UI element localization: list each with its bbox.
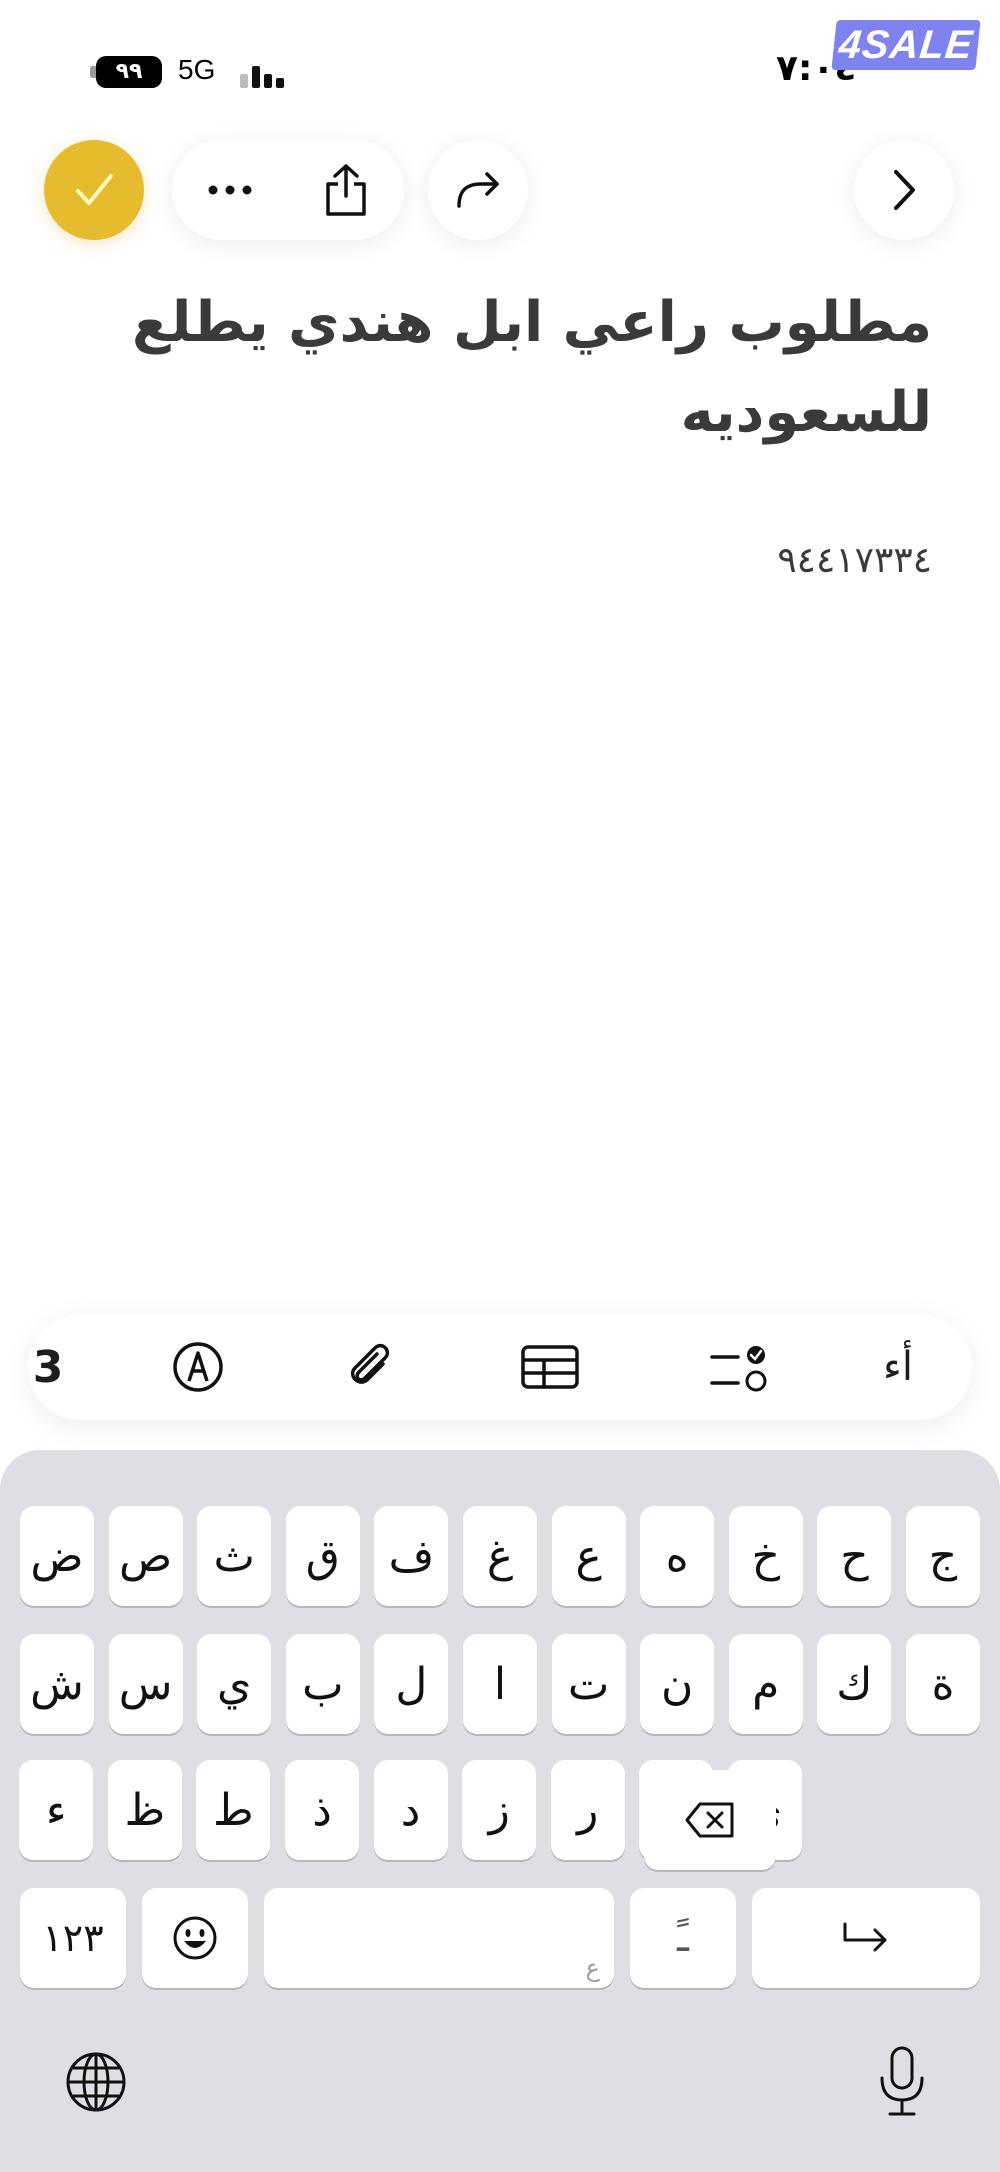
keyboard: جحخهعغفقثصض ةكمنتالبيسش ىورزدذطظء ١٢٣ ع …	[0, 1450, 1000, 2172]
done-button[interactable]	[44, 140, 144, 240]
redo-button[interactable]	[428, 140, 528, 240]
key-letter[interactable]: م	[728, 1634, 803, 1734]
key-letter[interactable]: ش	[20, 1634, 94, 1734]
delete-icon	[685, 1802, 734, 1838]
delete-key[interactable]	[644, 1770, 776, 1870]
table-button[interactable]	[500, 1314, 600, 1420]
checklist-button[interactable]	[688, 1314, 788, 1420]
key-letter[interactable]: ح	[817, 1506, 892, 1606]
key-letter[interactable]: ر	[550, 1760, 625, 1860]
redo-icon	[457, 172, 499, 208]
actions-pill	[172, 140, 404, 240]
key-letter[interactable]: ف	[374, 1506, 449, 1606]
diacritic-key[interactable]: ـً	[630, 1888, 736, 1988]
key-letter[interactable]: ة	[906, 1634, 980, 1734]
network-type: 5G	[178, 54, 216, 85]
note-body[interactable]: ٩٤٤١٧٣٣٤	[777, 540, 932, 581]
microphone-icon	[880, 2046, 924, 2116]
more-tool-button[interactable]: 3	[28, 1314, 68, 1420]
key-letter[interactable]: ك	[817, 1634, 892, 1734]
key-letter[interactable]: ص	[108, 1506, 183, 1606]
emoji-key[interactable]	[142, 1888, 248, 1988]
key-letter[interactable]: ا	[463, 1634, 537, 1734]
text-style-button[interactable]: أء	[858, 1314, 938, 1420]
more-button[interactable]	[172, 140, 288, 240]
key-letter[interactable]: ء	[19, 1760, 94, 1860]
key-letter[interactable]: ع	[551, 1506, 626, 1606]
return-key[interactable]	[752, 1888, 980, 1988]
key-letter[interactable]: س	[108, 1634, 183, 1734]
battery-indicator: ٩٩	[96, 56, 162, 88]
globe-button[interactable]	[64, 2050, 128, 2114]
key-letter[interactable]: ب	[285, 1634, 360, 1734]
key-letter[interactable]: ز	[462, 1760, 537, 1860]
markup-button[interactable]	[148, 1314, 248, 1420]
space-hint: ع	[585, 1954, 600, 1982]
chevron-right-icon	[894, 170, 915, 210]
format-toolbar: 3 أء	[28, 1314, 972, 1420]
key-letter[interactable]: ن	[640, 1634, 715, 1734]
key-letter[interactable]: ي	[197, 1634, 272, 1734]
attach-button[interactable]	[320, 1314, 420, 1420]
globe-icon	[66, 2052, 126, 2112]
ellipsis-icon	[208, 185, 252, 195]
checkmark-icon	[76, 174, 113, 205]
note-title-line-1: مطلوب راعي ابل هندي يطلع	[131, 290, 932, 355]
key-letter[interactable]: ث	[197, 1506, 272, 1606]
forward-button[interactable]	[854, 140, 954, 240]
note-title-line-2: للسعوديه	[680, 380, 932, 445]
key-letter[interactable]: ه	[640, 1506, 715, 1606]
key-letter[interactable]: ظ	[107, 1760, 182, 1860]
table-icon	[521, 1345, 579, 1389]
return-arrow-icon	[843, 1922, 887, 1952]
key-letter[interactable]: خ	[728, 1506, 803, 1606]
status-bar: ٩٩ 5G ٧:٠٤ 4SALE	[0, 0, 1000, 120]
dictation-button[interactable]	[876, 2044, 928, 2120]
key-letter[interactable]: غ	[463, 1506, 537, 1606]
share-icon	[326, 164, 366, 216]
space-key[interactable]: ع	[264, 1888, 614, 1988]
emoji-icon	[173, 1916, 217, 1960]
note-title[interactable]: مطلوب راعي ابل هندي يطلع للسعوديه	[112, 278, 932, 458]
key-letter[interactable]: ج	[906, 1506, 980, 1606]
brand-logo: 4SALE	[831, 20, 981, 70]
key-letter[interactable]: ط	[196, 1760, 271, 1860]
checklist-icon	[710, 1346, 767, 1392]
paperclip-icon	[350, 1343, 390, 1384]
key-letter[interactable]: ض	[20, 1506, 94, 1606]
key-letter[interactable]: ذ	[285, 1760, 359, 1860]
numbers-key[interactable]: ١٢٣	[20, 1888, 126, 1988]
key-letter[interactable]: د	[373, 1760, 448, 1860]
key-letter[interactable]: ل	[374, 1634, 449, 1734]
key-letter[interactable]: ت	[551, 1634, 626, 1734]
signal-icon	[240, 58, 292, 88]
share-button[interactable]	[288, 140, 404, 240]
pen-circle-icon	[173, 1342, 223, 1392]
key-letter[interactable]: ق	[285, 1506, 360, 1606]
